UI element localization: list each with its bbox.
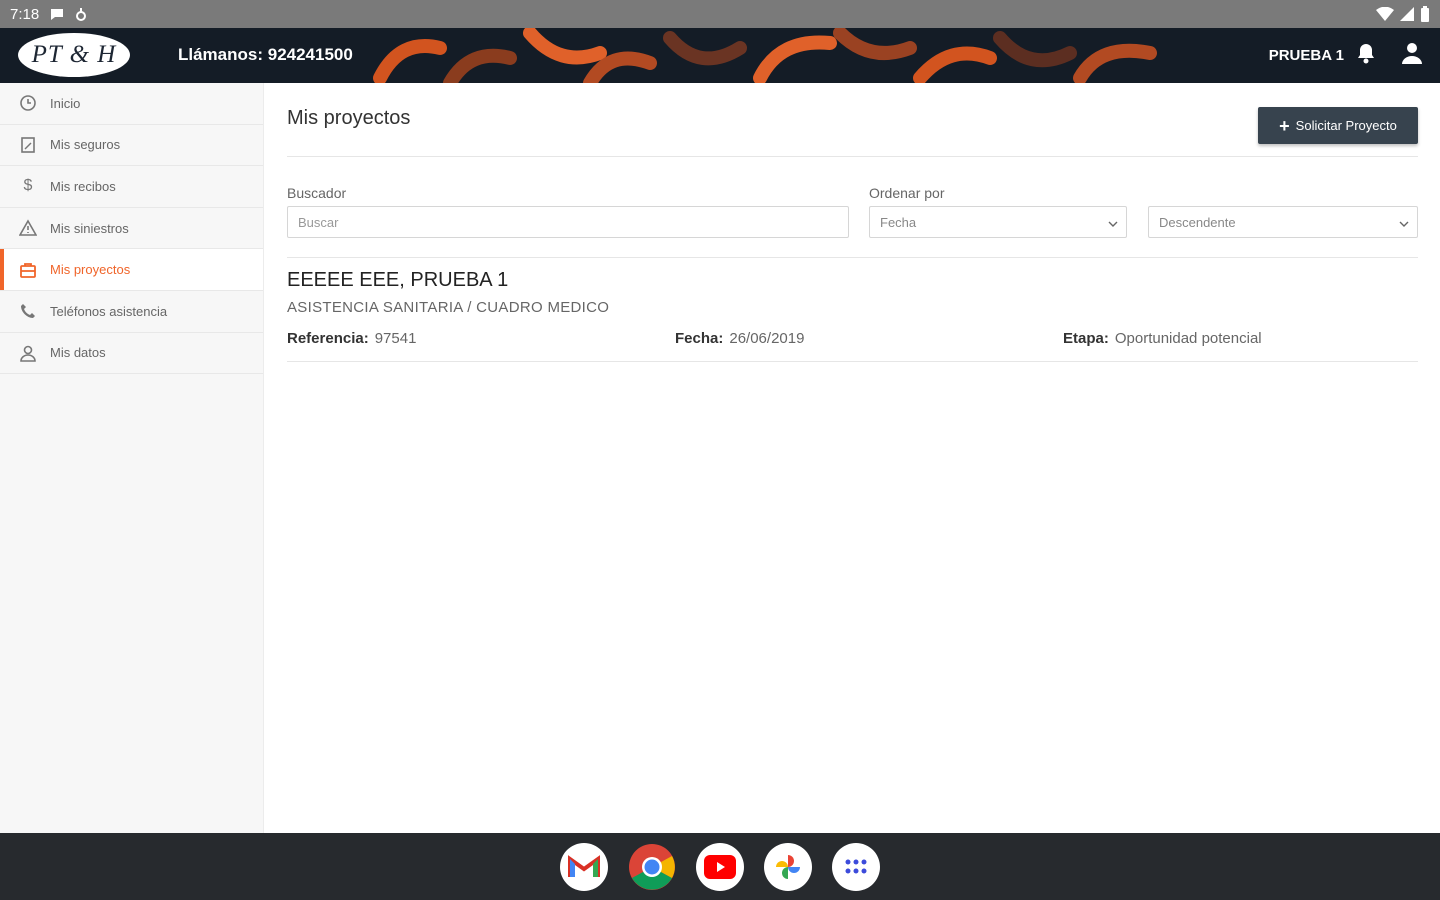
bell-icon[interactable] — [1356, 42, 1376, 69]
sidebar-item-label: Mis proyectos — [50, 262, 131, 278]
divider — [287, 257, 1418, 258]
wifi-icon — [1376, 7, 1394, 21]
order-direction-select[interactable]: Descendente — [1148, 206, 1418, 238]
user-area: PRUEBA 1 — [1269, 28, 1422, 83]
divider — [287, 156, 1418, 157]
order-by-label: Ordenar por — [869, 185, 945, 201]
project-title[interactable]: EEEEE EEE, PRUEBA 1 — [287, 269, 508, 292]
briefcase-icon — [18, 260, 38, 280]
sidebar-item-mis-proyectos[interactable]: Mis proyectos — [0, 249, 263, 291]
system-status-bar: 7:18 — [0, 0, 1440, 28]
app-header: PT & H Llámanos: 924241500 PRUEBA 1 — [0, 28, 1440, 83]
notification-drop-icon — [75, 6, 87, 22]
gmail-icon[interactable] — [560, 842, 608, 891]
project-date: Fecha: 26/06/2019 — [675, 330, 804, 347]
sidebar-item-label: Mis recibos — [50, 178, 116, 194]
company-logo[interactable]: PT & H — [18, 33, 130, 77]
divider — [287, 361, 1418, 362]
sidebar-item-mis-datos[interactable]: Mis datos — [0, 333, 263, 375]
date-label: Fecha: — [675, 330, 724, 347]
project-subtitle: ASISTENCIA SANITARIA / CUADRO MEDICO — [287, 299, 610, 316]
search-label: Buscador — [287, 185, 347, 201]
request-project-button[interactable]: + Solicitar Proyecto — [1258, 107, 1418, 144]
chevron-down-icon — [1108, 215, 1118, 230]
header-decorative-pattern — [373, 28, 1157, 83]
signal-icon — [1400, 7, 1414, 21]
sidebar-item-label: Mis siniestros — [50, 220, 129, 236]
clock-icon — [18, 93, 38, 113]
logo-text: PT & H — [31, 41, 117, 68]
order-direction-value: Descendente — [1159, 214, 1236, 230]
plus-icon: + — [1279, 115, 1290, 136]
account-icon[interactable] — [1402, 42, 1422, 69]
stage-value: Oportunidad potencial — [1114, 330, 1262, 347]
user-icon — [18, 343, 38, 363]
reference-value: 97541 — [374, 330, 417, 347]
project-reference: Referencia: 97541 — [287, 330, 416, 347]
sidebar-item-mis-siniestros[interactable]: Mis siniestros — [0, 208, 263, 250]
call-us-phone[interactable]: Llámanos: 924241500 — [178, 45, 353, 65]
reference-label: Referencia: — [287, 330, 369, 347]
battery-icon — [1420, 6, 1430, 22]
phone-icon — [18, 301, 38, 321]
chevron-down-icon — [1399, 215, 1409, 230]
request-project-label: Solicitar Proyecto — [1295, 118, 1397, 133]
app-drawer-icon[interactable] — [832, 842, 880, 891]
warning-icon — [18, 218, 38, 238]
sidebar-item-telefonos-asistencia[interactable]: Teléfonos asistencia — [0, 291, 263, 333]
message-icon — [49, 6, 65, 22]
order-field-value: Fecha — [880, 214, 917, 230]
sidebar-item-label: Teléfonos asistencia — [50, 303, 168, 319]
youtube-icon[interactable] — [696, 842, 744, 891]
android-taskbar — [0, 833, 1440, 900]
search-field-wrapper — [287, 206, 849, 238]
document-icon — [18, 135, 38, 155]
sidebar-item-label: Mis datos — [50, 345, 106, 361]
sidebar-nav: Inicio Mis seguros $ Mis recibos Mis sin… — [0, 83, 264, 833]
search-input[interactable] — [298, 214, 848, 230]
sidebar-item-label: Inicio — [50, 95, 81, 111]
order-field-select[interactable]: Fecha — [869, 206, 1127, 238]
sidebar-item-mis-recibos[interactable]: $ Mis recibos — [0, 166, 263, 208]
stage-label: Etapa: — [1063, 330, 1109, 347]
chrome-icon[interactable] — [628, 843, 676, 891]
photos-icon[interactable] — [764, 842, 812, 891]
status-time: 7:18 — [10, 5, 40, 23]
dollar-icon: $ — [23, 177, 33, 195]
project-stage: Etapa: Oportunidad potencial — [1063, 330, 1262, 347]
sidebar-item-inicio[interactable]: Inicio — [0, 83, 263, 125]
user-name: PRUEBA 1 — [1268, 47, 1344, 64]
sidebar-item-mis-seguros[interactable]: Mis seguros — [0, 125, 263, 167]
sidebar-item-label: Mis seguros — [50, 137, 121, 153]
date-value: 26/06/2019 — [729, 330, 805, 347]
page-title: Mis proyectos — [287, 107, 411, 129]
